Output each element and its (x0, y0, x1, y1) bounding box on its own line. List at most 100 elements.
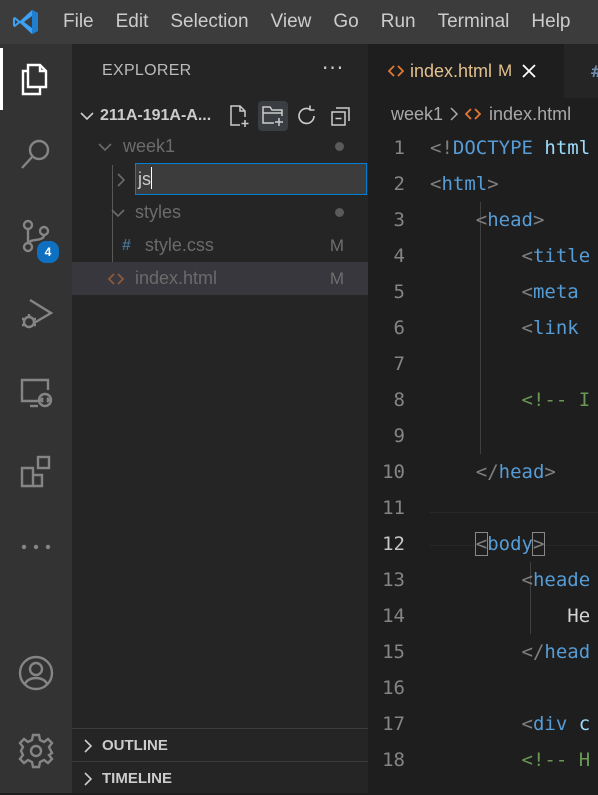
line-number: 11 (382, 497, 405, 519)
activity-extensions[interactable] (0, 436, 72, 506)
modified-indicator (335, 142, 344, 151)
refresh-explorer-button[interactable] (292, 101, 322, 131)
code-line: 18 <!-- H (368, 742, 598, 778)
code-line: 7 (368, 346, 598, 382)
css-file-icon: # (122, 236, 131, 254)
tab-index-html[interactable]: index.html M (368, 44, 564, 98)
rename-input[interactable]: js (135, 163, 367, 195)
line-number: 16 (382, 677, 405, 699)
line-number: 3 (393, 209, 405, 231)
menu-help[interactable]: Help (520, 0, 581, 44)
tree-item-label: styles (135, 202, 182, 222)
explorer-more-actions[interactable]: ··· (322, 56, 344, 80)
run-debug-icon (22, 298, 54, 329)
activity-manage[interactable] (0, 716, 72, 786)
outline-section[interactable]: OUTLINE (72, 728, 368, 762)
code-text: <meta (521, 281, 579, 303)
timeline-section-label: TIMELINE (102, 770, 172, 787)
editor-tab-bar: index.html M # (368, 44, 598, 98)
code-line: 10 </head> (368, 454, 598, 490)
explorer-icon (21, 63, 48, 96)
outline-section-label: OUTLINE (102, 737, 168, 754)
line-number: 2 (393, 173, 405, 195)
tab-label: index.html (410, 60, 493, 81)
code-text: <link (521, 317, 579, 339)
menu-terminal[interactable]: Terminal (427, 0, 521, 44)
html-file-icon (465, 108, 482, 120)
menu-edit[interactable]: Edit (105, 0, 160, 44)
code-text: </head> (475, 461, 556, 483)
explorer-sidebar: EXPLORER ··· 211A-191A-A... week1 js sty… (72, 44, 368, 793)
vscode-logo-icon (0, 0, 52, 44)
tree-item-label: week1 (123, 136, 176, 156)
code-line: 17 <div c (368, 706, 598, 742)
git-status-modified: M (329, 235, 344, 255)
chevron-right-icon (84, 738, 93, 753)
breadcrumb-file[interactable]: index.html (489, 104, 571, 125)
activity-search[interactable] (0, 119, 72, 189)
tree-item-week1[interactable]: week1 (72, 130, 368, 163)
source-control-badge: 4 (35, 239, 61, 265)
workspace-folder-name: 211A-191A-A... (100, 107, 212, 124)
menu-go[interactable]: Go (322, 0, 369, 44)
chevron-right-icon (117, 172, 126, 187)
code-text: <div c (521, 713, 591, 735)
chevron-right-icon (84, 771, 93, 786)
collapse-all-icon (331, 107, 350, 126)
timeline-section[interactable]: TIMELINE (72, 761, 368, 795)
account-icon (18, 655, 54, 691)
chevron-right-icon (450, 107, 459, 121)
extensions-icon (20, 455, 51, 488)
code-line: 13 <heade (368, 562, 598, 598)
tree-item-styles[interactable]: styles (72, 196, 368, 229)
code-editor[interactable]: 1 <!DOCTYPE html 2 <html> 3 <head> 4 <title 5 … (368, 130, 598, 793)
activity-explorer[interactable] (0, 44, 72, 114)
code-text: <html> (430, 173, 499, 195)
tree-item-style-css[interactable]: # style.css M (72, 229, 368, 262)
remote-explorer-icon (20, 378, 53, 408)
git-status-modified: M (329, 268, 344, 288)
activity-more[interactable] (0, 512, 72, 582)
menu-bar: File Edit Selection View Go Run Terminal Help (52, 0, 582, 44)
line-number: 14 (382, 605, 405, 627)
menu-view[interactable]: View (260, 0, 323, 44)
workspace-folder-header[interactable]: 211A-191A-A... (72, 100, 368, 132)
line-number: 4 (393, 245, 405, 267)
new-file-button[interactable] (224, 101, 254, 131)
refresh-icon (298, 105, 315, 125)
html-file-icon (108, 272, 124, 285)
code-line: 3 <head> (368, 202, 598, 238)
explorer-title: EXPLORER (102, 62, 192, 79)
menu-selection[interactable]: Selection (159, 0, 259, 44)
code-line: 1 <!DOCTYPE html (368, 130, 598, 166)
close-icon (522, 64, 536, 78)
activity-accounts[interactable] (0, 638, 72, 708)
title-bar: File Edit Selection View Go Run Terminal Help (0, 0, 598, 44)
activity-run-debug[interactable] (0, 278, 72, 348)
code-line: 9 (368, 418, 598, 454)
code-line: 5 <meta (368, 274, 598, 310)
tree-item-index-html[interactable]: index.html M (72, 262, 368, 295)
activity-remote-explorer[interactable] (0, 358, 72, 428)
code-text: </head (521, 641, 591, 663)
collapse-folders-button[interactable] (326, 101, 356, 131)
tab-close-button[interactable] (522, 64, 536, 78)
settings-gear-icon (18, 733, 54, 769)
css-tab-partial-icon[interactable]: # (590, 62, 598, 81)
code-line: 16 (368, 670, 598, 706)
line-number: 15 (382, 641, 405, 663)
code-text: <heade (521, 569, 591, 591)
new-file-icon (230, 105, 249, 127)
modified-indicator (335, 208, 344, 217)
new-folder-button[interactable] (258, 101, 288, 131)
new-folder-icon (262, 106, 283, 126)
line-number: 13 (382, 569, 405, 591)
line-number: 12 (382, 533, 405, 555)
activity-source-control[interactable]: 4 (0, 201, 72, 271)
code-line: 8 <!-- I (368, 382, 598, 418)
menu-run[interactable]: Run (370, 0, 427, 44)
line-number: 7 (393, 353, 405, 375)
html-file-icon (388, 65, 404, 77)
menu-file[interactable]: File (52, 0, 105, 44)
breadcrumb-folder[interactable]: week1 (391, 104, 443, 125)
